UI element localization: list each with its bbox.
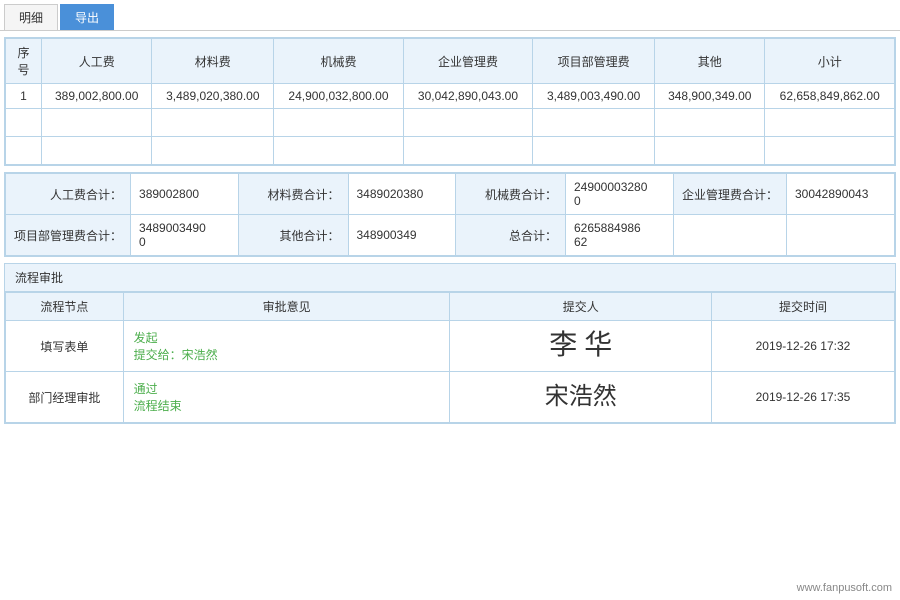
wf-opinion-link-2[interactable]: 通过	[134, 382, 158, 396]
total-label: 总合计：	[455, 215, 565, 256]
cell-project: 3,489,003,490.00	[533, 84, 655, 109]
wf-header-node: 流程节点	[6, 293, 124, 321]
wf-opinion-sub-2: 流程结束	[134, 397, 440, 414]
tab-export[interactable]: 导出	[60, 4, 114, 30]
summary-row-2: 项目部管理费合计： 3489003490 0 其他合计： 348900349 总…	[6, 215, 895, 256]
other-label: 其他合计：	[238, 215, 348, 256]
wf-opinion-sub-1: 提交给：宋浩然	[134, 346, 440, 363]
data-table: 序号 人工费 材料费 机械费 企业管理费 项目部管理费 其他 小计 1 389,…	[5, 38, 895, 165]
cell-enterprise: 30,042,890,043.00	[403, 84, 533, 109]
wf-submitter-1: 李 华	[450, 321, 711, 372]
enterprise-value: 30042890043	[786, 174, 894, 215]
wf-node-2: 部门经理审批	[6, 372, 124, 423]
enterprise-label: 企业管理费合计：	[673, 174, 786, 215]
cell-other: 348,900,349.00	[655, 84, 765, 109]
project-label: 项目部管理费合计：	[6, 215, 131, 256]
cell-material: 3,489,020,380.00	[152, 84, 274, 109]
col-header-material: 材料费	[152, 39, 274, 84]
col-header-enterprise: 企业管理费	[403, 39, 533, 84]
empty-row	[6, 137, 895, 165]
tab-detail[interactable]: 明细	[4, 4, 58, 30]
other-value: 348900349	[348, 215, 455, 256]
cell-subtotal: 62,658,849,862.00	[765, 84, 895, 109]
total-value: 6265884986 62	[565, 215, 673, 256]
summary-table-wrap: 人工费合计： 389002800 材料费合计： 3489020380 机械费合计…	[4, 172, 896, 257]
cell-machine: 24,900,032,800.00	[274, 84, 404, 109]
col-header-subtotal: 小计	[765, 39, 895, 84]
summary-row-1: 人工费合计： 389002800 材料费合计： 3489020380 机械费合计…	[6, 174, 895, 215]
machine-value: 24900003280 0	[565, 174, 673, 215]
data-table-wrap: 序号 人工费 材料费 机械费 企业管理费 项目部管理费 其他 小计 1 389,…	[4, 37, 896, 166]
workflow-table: 流程节点 审批意见 提交人 提交时间 填写表单 发起 提交给：宋浩然 李 华	[5, 292, 895, 423]
wf-header-time: 提交时间	[711, 293, 894, 321]
wf-submitter-2: 宋浩然	[450, 372, 711, 423]
empty-row	[6, 109, 895, 137]
workflow-title: 流程审批	[5, 264, 895, 292]
workflow-section: 流程审批 流程节点 审批意见 提交人 提交时间 填写表单 发起 提交给：宋浩然	[4, 263, 896, 424]
wf-opinion-1: 发起 提交给：宋浩然	[123, 321, 450, 372]
wf-header-opinion: 审批意见	[123, 293, 450, 321]
material-label: 材料费合计：	[238, 174, 348, 215]
machine-label: 机械费合计：	[455, 174, 565, 215]
workflow-row-1: 填写表单 发起 提交给：宋浩然 李 华 2019-12-26 17:32	[6, 321, 895, 372]
table-row: 1 389,002,800.00 3,489,020,380.00 24,900…	[6, 84, 895, 109]
labor-label: 人工费合计：	[6, 174, 131, 215]
labor-value: 389002800	[131, 174, 238, 215]
col-header-machine: 机械费	[274, 39, 404, 84]
workflow-row-2: 部门经理审批 通过 流程结束 宋浩然 2019-12-26 17:35	[6, 372, 895, 423]
col-header-other: 其他	[655, 39, 765, 84]
wf-opinion-link-1[interactable]: 发起	[134, 331, 158, 345]
col-header-labor: 人工费	[42, 39, 152, 84]
cell-index: 1	[6, 84, 42, 109]
signature-1: 李 华	[549, 330, 612, 361]
wf-opinion-main-1: 发起	[134, 329, 440, 346]
wf-node-1: 填写表单	[6, 321, 124, 372]
watermark: www.fanpusoft.com	[797, 582, 892, 594]
material-value: 3489020380	[348, 174, 455, 215]
wf-opinion-main-2: 通过	[134, 380, 440, 397]
col-header-project: 项目部管理费	[533, 39, 655, 84]
wf-opinion-2: 通过 流程结束	[123, 372, 450, 423]
tab-bar: 明细 导出	[0, 0, 900, 31]
summary-table: 人工费合计： 389002800 材料费合计： 3489020380 机械费合计…	[5, 173, 895, 256]
project-value: 3489003490 0	[131, 215, 238, 256]
wf-time-1: 2019-12-26 17:32	[711, 321, 894, 372]
col-header-index: 序号	[6, 39, 42, 84]
cell-labor: 389,002,800.00	[42, 84, 152, 109]
wf-header-submitter: 提交人	[450, 293, 711, 321]
signature-2: 宋浩然	[545, 384, 617, 410]
wf-time-2: 2019-12-26 17:35	[711, 372, 894, 423]
